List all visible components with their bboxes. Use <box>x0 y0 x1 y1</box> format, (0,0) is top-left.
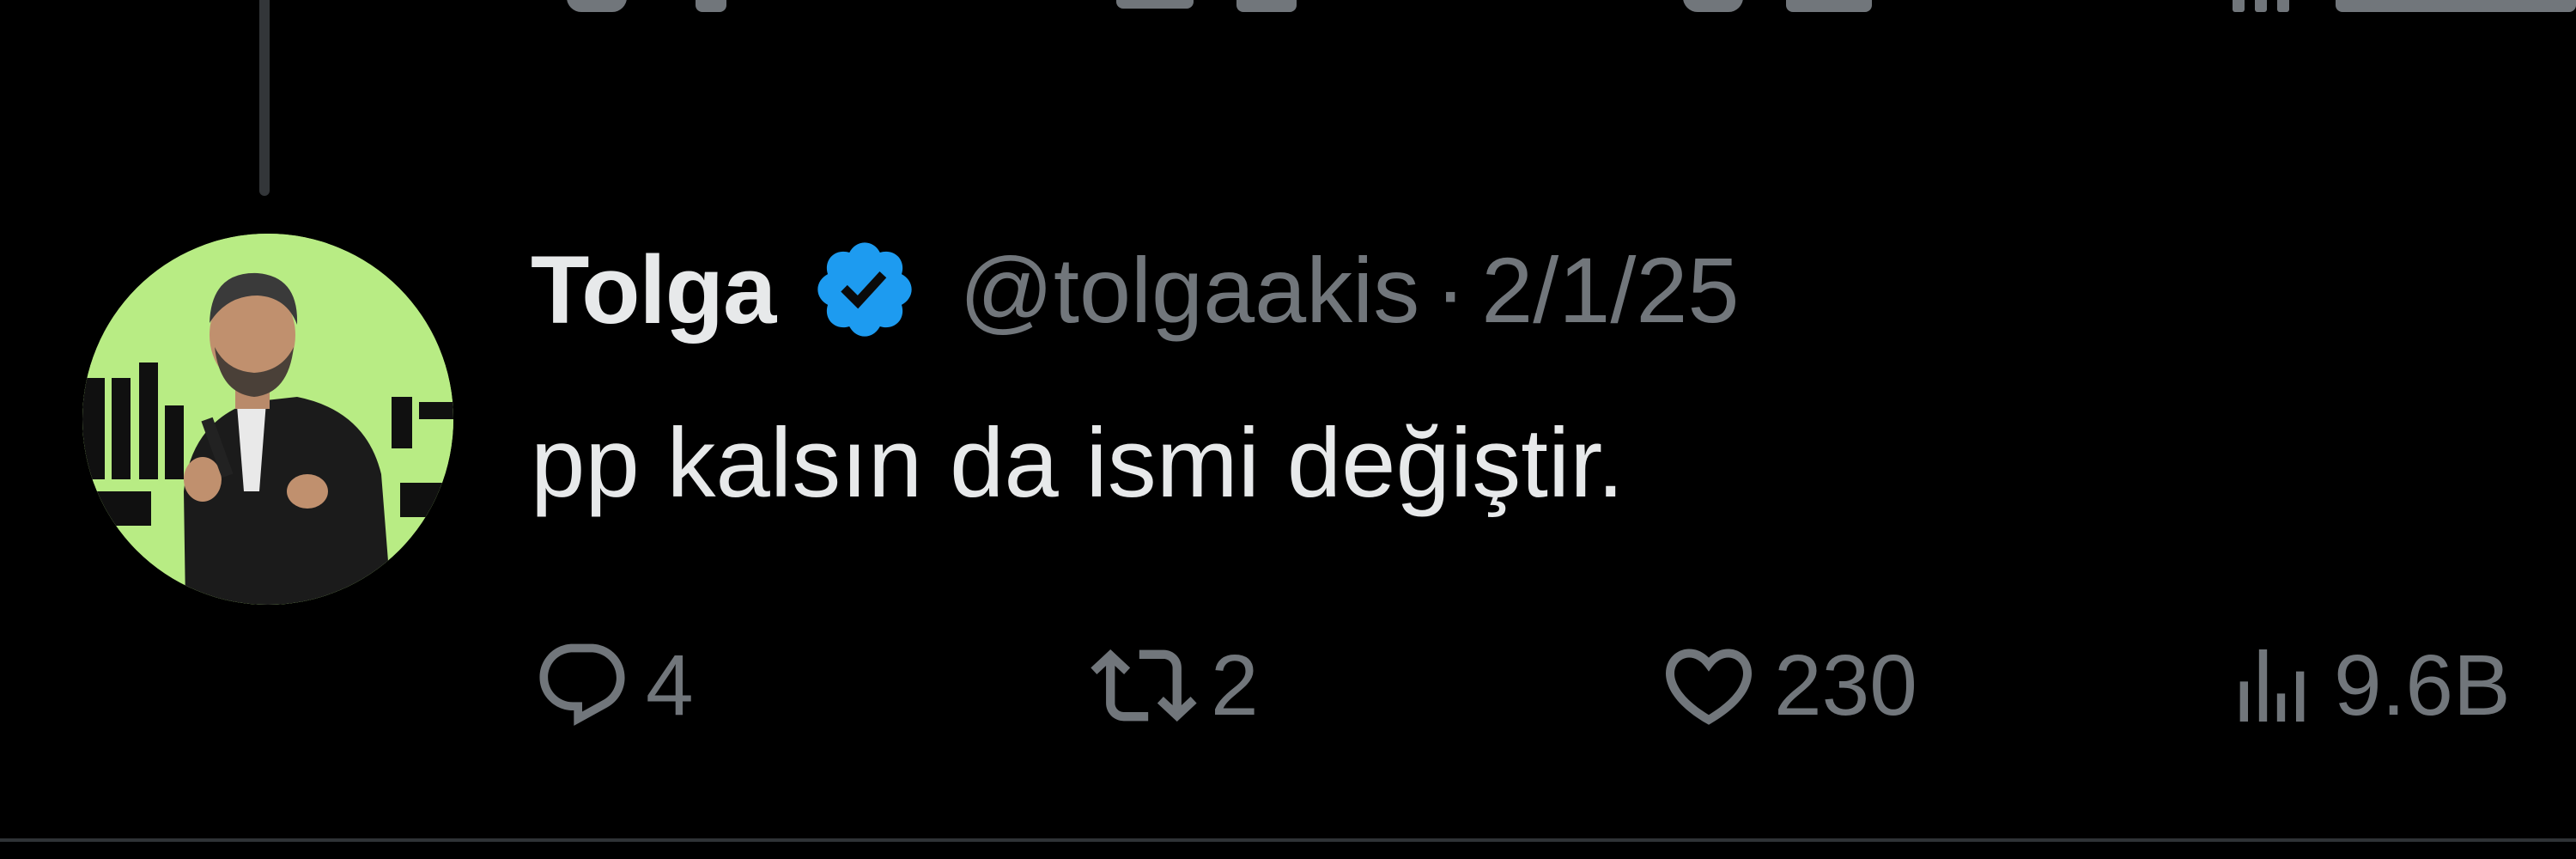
display-name[interactable]: Tolga <box>531 235 776 345</box>
reply-count: 4 <box>646 637 694 734</box>
retweet-count: 2 <box>1211 637 1259 734</box>
tweet-actions: 4 2 230 9.6B <box>0 625 2576 746</box>
reply-icon <box>539 643 625 726</box>
tweet-text: pp kalsın da ismi değiştir. <box>531 409 1625 518</box>
header-separator: · <box>1435 237 1467 342</box>
views-button[interactable]: 9.6B <box>2224 625 2511 746</box>
thread-connector-line <box>259 0 270 196</box>
views-icon <box>2239 649 2305 722</box>
avatar-photo <box>82 234 453 605</box>
like-button[interactable]: 230 <box>1657 625 1917 746</box>
tweet-divider <box>0 838 2576 842</box>
views-count: 9.6B <box>2334 637 2511 734</box>
avatar[interactable] <box>82 234 453 605</box>
tweet-date[interactable]: 2/1/25 <box>1481 236 1739 344</box>
previous-tweet-actions <box>0 0 2576 17</box>
like-count: 230 <box>1774 637 1917 734</box>
retweet-icon <box>1091 649 1197 722</box>
heart-icon <box>1665 649 1753 725</box>
verified-badge-icon[interactable] <box>810 235 920 344</box>
retweet-button[interactable]: 2 <box>1091 625 1259 746</box>
user-handle[interactable]: @tolgaakis <box>959 236 1419 344</box>
tweet-header: Tolga @tolgaakis · 2/1/25 <box>531 234 1739 345</box>
reply-button[interactable]: 4 <box>532 625 694 746</box>
